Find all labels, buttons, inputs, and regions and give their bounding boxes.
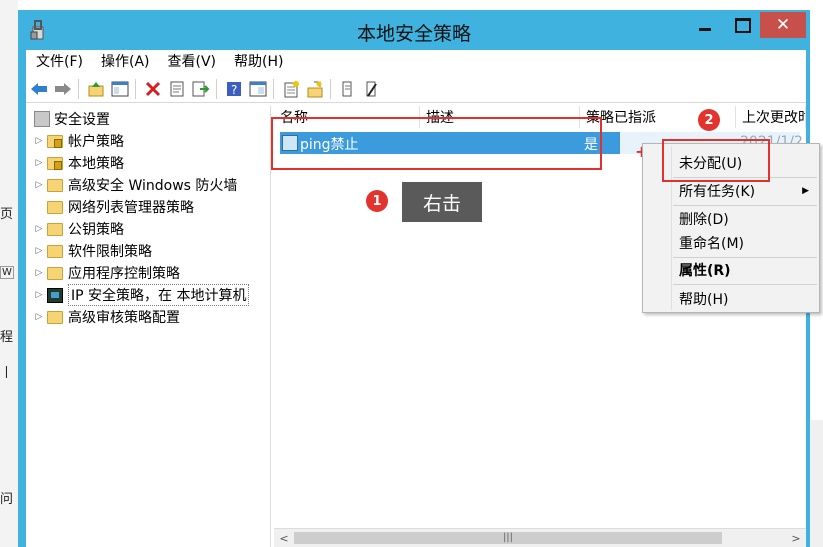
menu-action[interactable]: 操作(A) [91, 51, 158, 71]
toolbar: ? [26, 76, 806, 103]
console-icon[interactable] [247, 78, 269, 100]
properties-icon[interactable] [166, 78, 188, 100]
background-text: 丨 [0, 366, 14, 381]
expand-arrow-icon[interactable]: ▷ [34, 224, 44, 234]
menu-item-rename[interactable]: 重命名(M) [679, 232, 744, 254]
folder-icon [47, 200, 63, 214]
tree-item-label: IP 安全策略，在 本地计算机 [68, 284, 250, 306]
tree-item-public-key[interactable]: ▷ 公钥策略 [34, 218, 124, 240]
toolbar-separator [135, 79, 136, 99]
expand-arrow-icon[interactable]: ▷ [34, 136, 44, 146]
close-icon: ✕ [775, 15, 791, 35]
expand-arrow-icon[interactable]: ▷ [34, 290, 44, 300]
tree-item-label: 帐户策略 [68, 134, 124, 150]
svg-text:?: ? [231, 83, 237, 97]
expand-arrow-icon[interactable]: ▷ [34, 246, 44, 256]
tree-pane: 安全设置 ▷ 帐户策略 ▷ 本地策略 ▷ 高级安全 Windows 防火墙 网络… [26, 106, 271, 547]
close-button[interactable]: ✕ [760, 12, 806, 38]
menu-help[interactable]: 帮助(H) [224, 51, 291, 71]
title-bar[interactable]: 本地安全策略 ✕ [18, 10, 810, 50]
column-modified[interactable]: 上次更改时 [736, 106, 806, 128]
expand-arrow-icon[interactable]: ▷ [34, 312, 44, 322]
menu-item-properties[interactable]: 属性(R) [679, 259, 731, 281]
menu-separator [673, 257, 817, 258]
folder-icon [47, 310, 63, 324]
maximize-icon [735, 17, 751, 33]
annotation-badge-2: 2 [698, 109, 720, 131]
menu-item-label: 所有任务(K) [679, 184, 756, 200]
delete-icon[interactable] [142, 78, 164, 100]
tree-item-ip-security[interactable]: ▷ IP 安全策略，在 本地计算机 [34, 284, 250, 306]
tree-item-local-policies[interactable]: ▷ 本地策略 [34, 152, 124, 174]
expand-arrow-icon[interactable]: ▷ [34, 158, 44, 168]
menu-file[interactable]: 文件(F) [26, 51, 91, 71]
folder-icon [47, 266, 63, 280]
forward-icon[interactable] [52, 78, 74, 100]
tree-item-network-list[interactable]: 网络列表管理器策略 [34, 196, 194, 218]
menu-item-all-tasks[interactable]: 所有任务(K) ▶ [679, 180, 809, 202]
minimize-button[interactable] [684, 12, 726, 38]
menu-separator [673, 205, 817, 206]
tree-item-audit-policy[interactable]: ▷ 高级审核策略配置 [34, 306, 180, 328]
minimize-icon [699, 27, 711, 31]
submenu-arrow-icon: ▶ [802, 186, 809, 196]
toolbar-separator [273, 79, 274, 99]
expand-arrow-icon[interactable]: ▷ [34, 180, 44, 190]
new-policy-icon[interactable] [280, 78, 302, 100]
tree-root[interactable]: 安全设置 [30, 108, 110, 130]
show-tree-icon[interactable] [109, 78, 131, 100]
folder-icon [47, 244, 63, 258]
manage-icon[interactable] [304, 78, 326, 100]
tree-item-label: 应用程序控制策略 [68, 266, 180, 282]
tree-item-account-policies[interactable]: ▷ 帐户策略 [34, 130, 124, 152]
tree-item-label: 高级安全 Windows 防火墙 [68, 178, 238, 194]
tree-item-label: 软件限制策略 [68, 244, 152, 260]
export-icon[interactable] [190, 78, 212, 100]
up-icon[interactable] [85, 78, 107, 100]
annotation-callout: 右击 [402, 182, 482, 222]
tree-item-app-control[interactable]: ▷ 应用程序控制策略 [34, 262, 180, 284]
background-window-edge [810, 420, 823, 547]
tree-item-label: 本地策略 [68, 156, 124, 172]
annotation-highlight-menu [662, 139, 770, 182]
tree-item-label: 公钥策略 [68, 222, 124, 238]
expand-arrow-icon[interactable]: ▷ [34, 268, 44, 278]
horizontal-scrollbar[interactable]: < ||| > [274, 528, 806, 547]
menu-item-delete[interactable]: 删除(D) [679, 208, 729, 230]
toolbar-separator [330, 79, 331, 99]
background-text: W [0, 266, 14, 279]
tree-item-software-restriction[interactable]: ▷ 软件限制策略 [34, 240, 152, 262]
toolbar-separator [78, 79, 79, 99]
folder-lock-icon [47, 156, 63, 170]
background-text: 程 [0, 330, 14, 345]
tree-item-label: 网络列表管理器策略 [68, 200, 194, 216]
menu-separator [673, 284, 817, 285]
scrollbar-thumb[interactable]: ||| [294, 532, 722, 544]
tree-item-label: 高级审核策略配置 [68, 310, 180, 326]
menu-bar: 文件(F) 操作(A) 查看(V) 帮助(H) [26, 50, 806, 72]
background-text: 问 [0, 492, 14, 507]
tree-root-label: 安全设置 [54, 112, 110, 128]
help-icon[interactable]: ? [223, 78, 245, 100]
menu-view[interactable]: 查看(V) [158, 51, 225, 71]
ip-security-icon [47, 287, 63, 303]
scroll-left-icon[interactable]: < [276, 530, 292, 546]
scroll-right-icon[interactable]: > [788, 530, 804, 546]
filter-icon[interactable] [337, 78, 359, 100]
filter-action-icon[interactable] [361, 78, 383, 100]
annotation-badge-1: 1 [366, 190, 388, 212]
tree-item-firewall[interactable]: ▷ 高级安全 Windows 防火墙 [34, 174, 238, 196]
background-text: 页 [0, 207, 14, 222]
folder-lock-icon [47, 134, 63, 148]
back-icon[interactable] [28, 78, 50, 100]
column-label: 上次更改时 [742, 110, 806, 126]
folder-icon [47, 222, 63, 236]
toolbar-separator [216, 79, 217, 99]
menu-item-help[interactable]: 帮助(H) [679, 288, 728, 310]
annotation-highlight-row [271, 117, 602, 170]
folder-icon [47, 178, 63, 192]
maximize-button[interactable] [726, 12, 760, 38]
security-settings-icon [34, 111, 50, 127]
